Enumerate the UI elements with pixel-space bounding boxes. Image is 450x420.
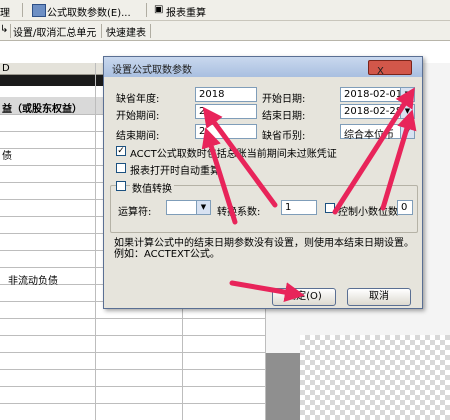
column-header-d: D [2, 63, 10, 74]
toolbar-top: 理 公式取数参数(E)... ▣ 报表重算 [0, 0, 450, 21]
formula-params-icon [32, 4, 46, 17]
close-icon: X [377, 66, 384, 77]
toolbar-separator [101, 24, 102, 38]
start-date-picker[interactable]: 2018-02-01 ▼ [340, 87, 415, 102]
dialog-note: 如果计算公式中的结束日期参数没有设置，则使用本结束日期设置。例如：ACCTEXT… [114, 238, 414, 260]
toolbar-second: ↳ 设置/取消汇总单元 快速建表 [0, 21, 450, 41]
chevron-down-icon[interactable]: ▼ [400, 125, 414, 138]
toolbar-separator [146, 3, 147, 17]
watermark-pattern [300, 335, 450, 420]
ok-button[interactable]: 确定(O) [272, 288, 336, 306]
end-date-value: 2018-02-28 [344, 106, 403, 117]
currency-select[interactable]: 综合本位币 ▼ [340, 124, 415, 141]
toolbar-separator [10, 24, 11, 38]
start-date-value: 2018-02-01 [344, 89, 403, 100]
cancel-button[interactable]: 取消 [347, 288, 411, 306]
chevron-down-icon[interactable]: ▼ [400, 105, 414, 118]
end-period-input[interactable]: 2 [195, 124, 257, 139]
value-conversion-label: 数值转换 [130, 180, 174, 195]
acct-checkbox[interactable]: ✓ [116, 146, 126, 156]
operator-select[interactable]: ▼ [166, 200, 211, 215]
recalc-report-button[interactable]: 报表重算 [166, 4, 206, 19]
toolbar-item-manage[interactable]: 理 [0, 4, 10, 19]
toolbar-separator [150, 24, 151, 38]
default-year-label: 缺省年度: [116, 94, 160, 105]
decimal-control-label: 控制小数位数: [338, 207, 402, 218]
toggle-summary-unit-button[interactable]: 设置/取消汇总单元 [13, 24, 96, 39]
currency-value: 综合本位币 [344, 130, 394, 141]
coefficient-input[interactable]: 1 [281, 200, 317, 215]
toolbar-arrow-icon: ↳ [0, 24, 9, 35]
end-date-picker[interactable]: 2018-02-28 ▼ [340, 104, 415, 119]
formula-params-menu[interactable]: 公式取数参数(E)... [47, 4, 131, 19]
header-cell-equity: 益（或股东权益） [2, 104, 82, 115]
decimal-control-checkbox[interactable] [325, 203, 335, 213]
start-period-input[interactable]: 2 [195, 104, 257, 119]
start-date-label: 开始日期: [262, 94, 306, 105]
decimal-places-input[interactable]: 0 [397, 200, 413, 215]
dialog-title: 设置公式取数参数 [112, 65, 192, 76]
coefficient-label: 转换系数: [217, 207, 261, 218]
dialog-titlebar[interactable]: 设置公式取数参数 X [104, 57, 422, 77]
start-period-label: 开始期间: [116, 111, 160, 122]
operator-label: 运算符: [118, 207, 152, 218]
auto-recalc-label: 报表打开时自动重算 [130, 166, 220, 177]
quick-build-table-button[interactable]: 快速建表 [106, 24, 146, 39]
auto-recalc-checkbox[interactable] [116, 163, 126, 173]
toolbar-separator [22, 3, 23, 17]
chevron-down-icon[interactable]: ▼ [400, 88, 414, 101]
value-conversion-checkbox[interactable] [116, 181, 126, 191]
chevron-down-icon[interactable]: ▼ [196, 201, 210, 214]
cell-debt[interactable]: 债 [2, 147, 12, 162]
end-date-label: 结束日期: [262, 111, 306, 122]
formula-params-dialog: 设置公式取数参数 X 缺省年度: 2018 开始日期: 2018-02-01 ▼… [103, 56, 423, 309]
currency-label: 缺省币别: [262, 131, 306, 142]
close-button[interactable]: X [368, 60, 412, 77]
default-year-input[interactable]: 2018 [195, 87, 257, 102]
recalc-icon: ▣ [154, 4, 164, 15]
acct-checkbox-label: ACCT公式取数时包括总账当前期间未过账凭证 [130, 149, 337, 160]
cell-non-current-liabilities[interactable]: 非流动负债 [8, 272, 58, 287]
end-period-label: 结束期间: [116, 131, 160, 142]
